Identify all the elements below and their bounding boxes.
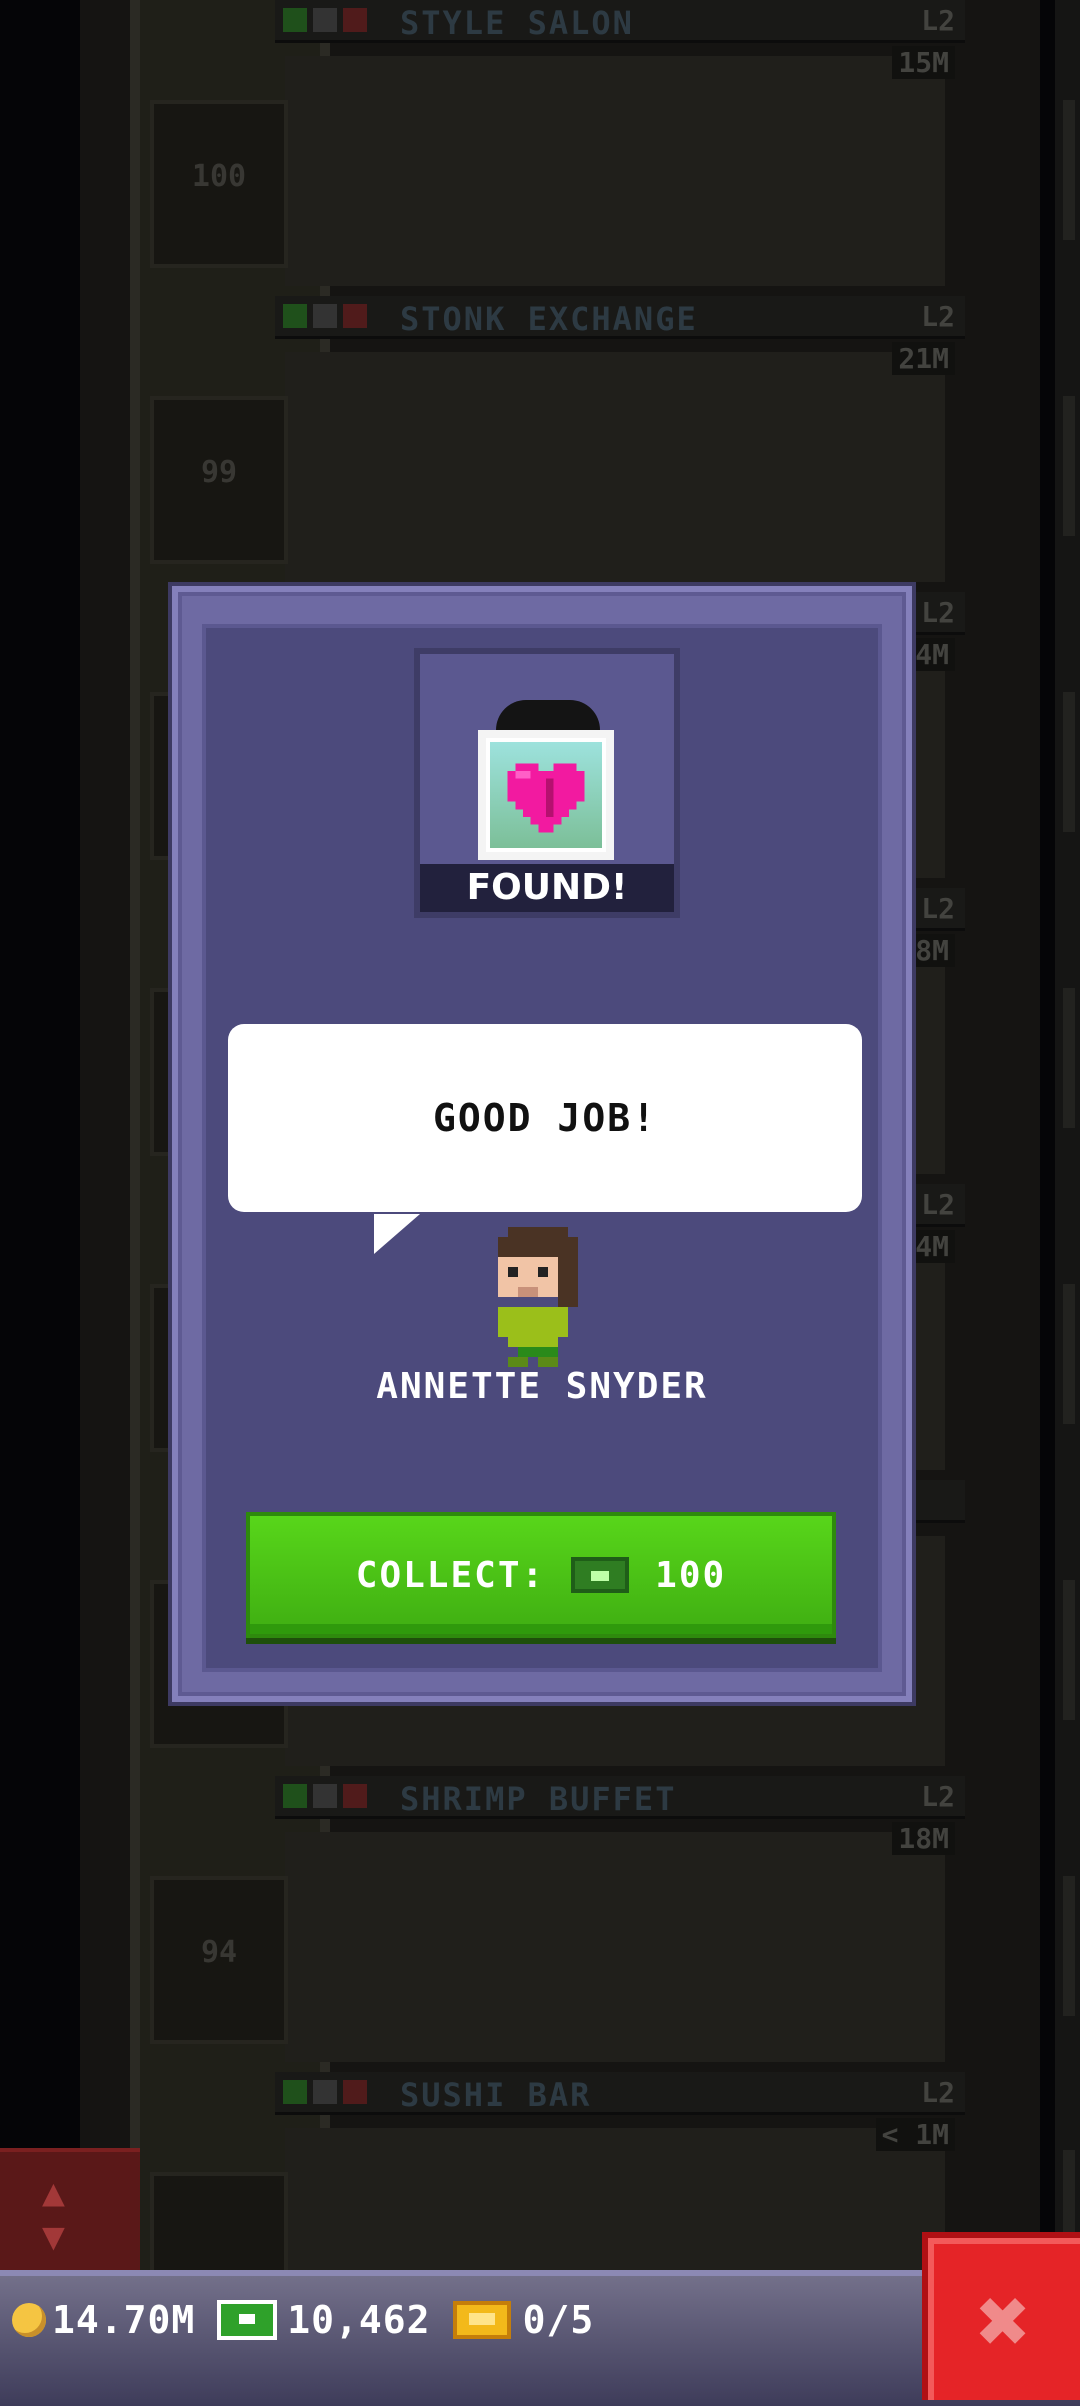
collect-amount: 100 <box>655 1554 727 1596</box>
dialog-panel: FOUND! GOOD JOB! ANNETTE SNYDER COLLECT:… <box>202 624 882 1672</box>
ticket-count: 0/5 <box>522 2298 595 2342</box>
coin-count: 14.70M <box>52 2298 196 2342</box>
speech-bubble: GOOD JOB! <box>228 1024 862 1212</box>
elevator-control-button[interactable]: ▲ ▼ <box>0 2148 140 2274</box>
collect-button[interactable]: COLLECT: 100 <box>246 1512 836 1638</box>
heart-icon <box>507 763 585 833</box>
currency-row: 14.70M 10,462 0/5 <box>12 2298 594 2342</box>
close-icon: ✖ <box>976 2269 1032 2374</box>
ticket-icon <box>452 2301 511 2339</box>
bux-icon <box>571 1557 630 1593</box>
frame-top-icon <box>496 700 600 730</box>
coin-icon <box>12 2303 46 2337</box>
status-bar: 14.70M 10,462 0/5 <box>0 2270 1080 2406</box>
bux-icon <box>217 2300 278 2340</box>
close-button[interactable]: ✖ <box>922 2232 1080 2400</box>
found-label: FOUND! <box>420 864 674 912</box>
arrow-up-icon: ▲ <box>42 2170 65 2214</box>
found-item-dialog: FOUND! GOOD JOB! ANNETTE SNYDER COLLECT:… <box>172 586 912 1702</box>
npc-name: ANNETTE SNYDER <box>376 1366 708 1407</box>
speech-text: GOOD JOB! <box>433 1096 657 1140</box>
item-frame: FOUND! <box>414 648 680 918</box>
npc-avatar <box>498 1227 578 1367</box>
speech-bubble-tail <box>374 1214 420 1254</box>
item-picture <box>478 730 614 860</box>
arrow-down-icon: ▼ <box>42 2214 65 2258</box>
collect-label: COLLECT: <box>355 1554 546 1596</box>
bux-count: 10,462 <box>287 2298 431 2342</box>
